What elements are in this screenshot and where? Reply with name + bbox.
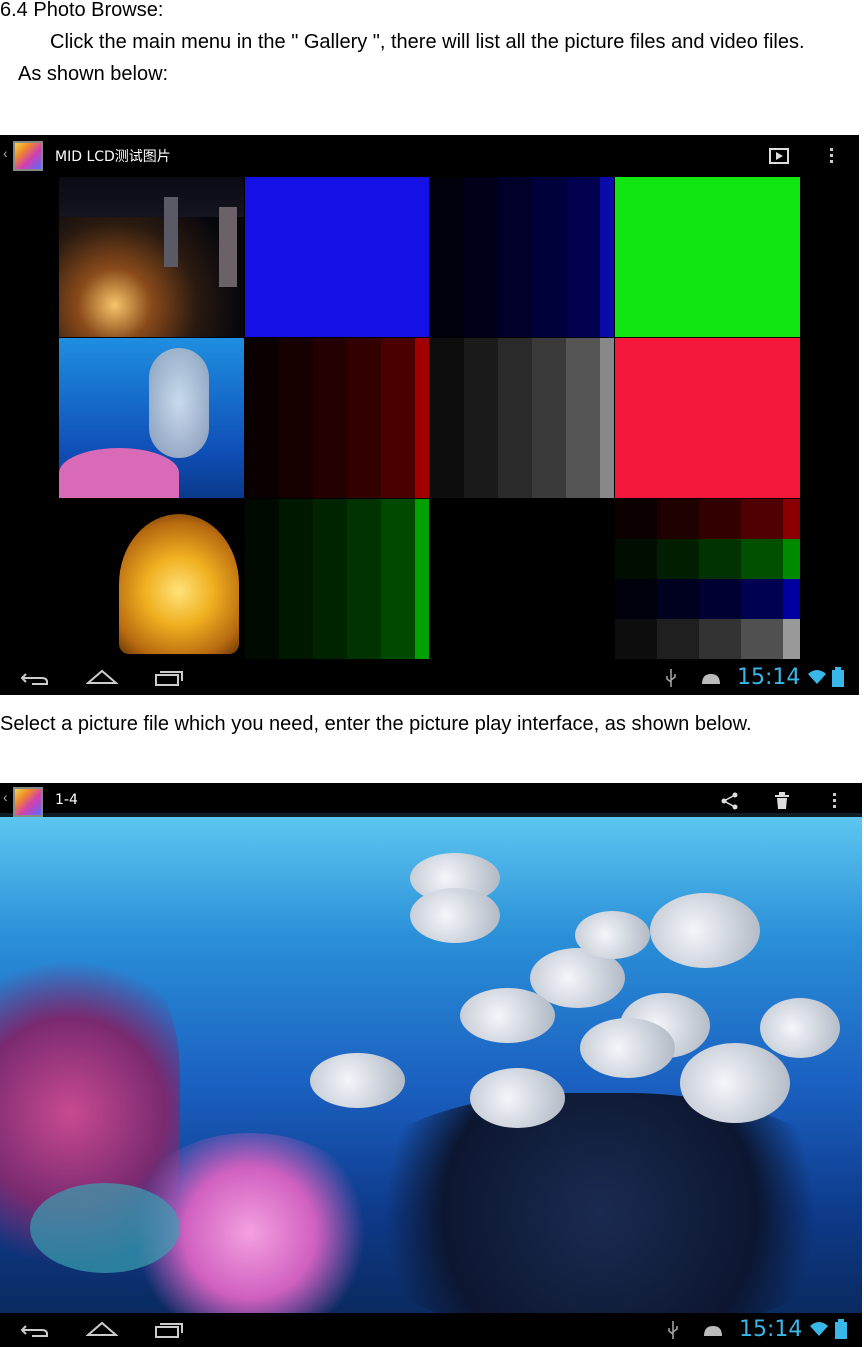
album-title[interactable]: MID LCD测试图片 xyxy=(55,146,171,166)
thumb-red-gradient[interactable] xyxy=(245,338,430,498)
usb-icon xyxy=(666,669,676,687)
overflow-menu-icon[interactable] xyxy=(829,147,835,165)
thumb-green[interactable] xyxy=(615,177,800,337)
gallery-app-icon[interactable] xyxy=(13,141,43,171)
recent-apps-icon[interactable] xyxy=(154,669,184,687)
back-icon[interactable] xyxy=(20,1322,50,1338)
gallery-screenshot: ‹ MID LCD测试图片 15:14 xyxy=(0,135,859,695)
thumb-black[interactable] xyxy=(430,499,614,659)
thumb-red[interactable] xyxy=(615,338,800,498)
share-icon[interactable] xyxy=(720,792,740,810)
instruction-text: Click the main menu in the " Gallery ", … xyxy=(50,31,805,53)
back-icon[interactable] xyxy=(20,670,50,686)
select-picture-text: Select a picture file which you need, en… xyxy=(0,713,752,735)
thumb-color-bars[interactable] xyxy=(615,499,800,659)
android-debug-icon xyxy=(702,674,720,684)
thumb-statue[interactable] xyxy=(59,499,244,659)
battery-icon xyxy=(832,667,844,687)
back-caret-icon[interactable]: ‹ xyxy=(3,789,8,805)
thumb-blue[interactable] xyxy=(245,177,429,337)
thumb-green-gradient[interactable] xyxy=(245,499,430,659)
thumb-fish[interactable] xyxy=(59,338,244,498)
thumb-blue-gradient[interactable] xyxy=(430,177,615,337)
fullscreen-photo[interactable] xyxy=(0,813,862,1313)
section-heading: 6.4 Photo Browse: xyxy=(0,0,164,21)
play-slideshow-icon[interactable] xyxy=(769,148,789,164)
trash-icon[interactable] xyxy=(774,792,790,810)
thumb-gray-gradient[interactable] xyxy=(430,338,615,498)
viewer-action-bar: ‹ 1-4 xyxy=(0,783,862,817)
android-debug-icon xyxy=(704,1326,722,1336)
overflow-menu-icon[interactable] xyxy=(832,792,838,810)
battery-icon xyxy=(835,1319,847,1339)
thumb-city-night[interactable] xyxy=(59,177,244,337)
photo-title: 1-4 xyxy=(55,792,78,808)
wifi-icon xyxy=(808,670,826,684)
status-clock: 15:14 xyxy=(737,665,801,690)
gallery-nav-bar: 15:14 xyxy=(0,661,859,695)
gallery-app-icon[interactable] xyxy=(13,787,43,817)
gallery-action-bar: ‹ MID LCD测试图片 xyxy=(0,135,859,177)
status-clock: 15:14 xyxy=(739,1317,803,1342)
wifi-icon xyxy=(810,1322,828,1336)
home-icon[interactable] xyxy=(86,669,118,685)
back-caret-icon[interactable]: ‹ xyxy=(3,145,8,161)
usb-icon xyxy=(668,1321,678,1339)
viewer-nav-bar: 15:14 xyxy=(0,1313,862,1347)
recent-apps-icon[interactable] xyxy=(154,1321,184,1339)
photo-viewer-screenshot: ‹ 1-4 15:14 xyxy=(0,783,862,1347)
as-shown-text: As shown below: xyxy=(18,63,169,85)
home-icon[interactable] xyxy=(86,1321,118,1337)
